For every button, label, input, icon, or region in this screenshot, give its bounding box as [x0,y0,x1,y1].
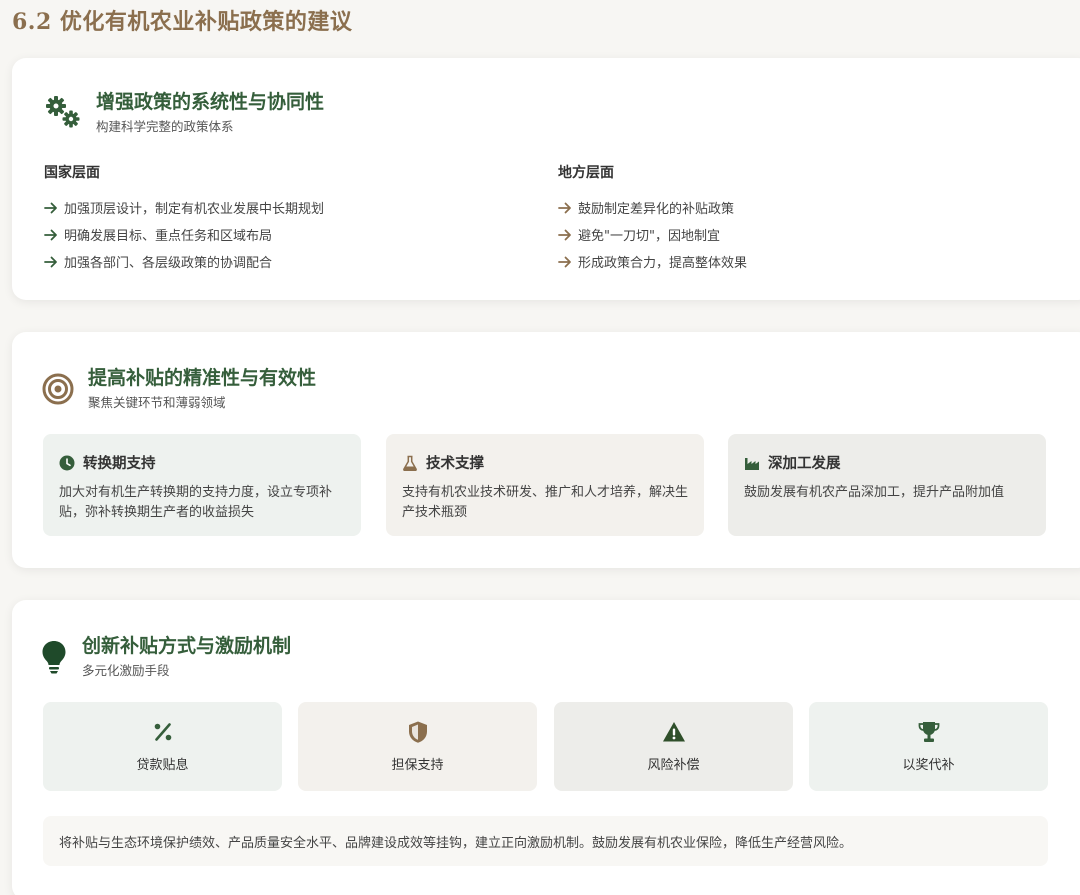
target-icon [42,373,74,404]
incentive-tile: 以奖代补 [809,702,1048,791]
note-text: 将补贴与生态环境保护绩效、产品质量安全水平、品牌建设成效等挂钩，建立正向激励机制… [59,835,853,851]
feature-card: 深加工发展 鼓励发展有机农产品深加工，提升产品附加值 [728,434,1046,536]
clock-icon [59,455,75,470]
factory-icon [745,457,759,470]
arrow-right-icon [44,256,57,267]
list-item-text: 鼓励制定差异化的补贴政策 [578,202,735,217]
section-title: 增强政策的系统性与协同性 [96,91,325,113]
section-header: 创新补贴方式与激励机制 多元化激励手段 [40,634,291,679]
feature-description: 加大对有机生产转换期的支持力度，设立专项补贴，弥补转换期生产者的收益损失 [59,485,333,520]
arrow-right-icon [44,202,57,213]
shield-icon [408,721,427,743]
precision-card: 提高补贴的精准性与有效性 聚焦关键环节和薄弱领域 转换期支持 加大对有机生产转换… [12,332,1080,568]
arrow-right-icon [558,202,571,213]
feature-description: 鼓励发展有机农产品深加工，提升产品附加值 [744,485,1005,500]
list-item-text: 明确发展目标、重点任务和区域布局 [64,229,273,244]
list-item-text: 加强各部门、各层级政策的协调配合 [64,256,273,271]
gears-icon [46,95,80,127]
column-title: 地方层面 [558,165,614,181]
lightbulb-icon [42,640,66,673]
section-subtitle: 构建科学完整的政策体系 [96,119,234,134]
warning-icon [662,722,685,742]
tile-label: 风险补偿 [647,758,700,773]
list-item: 鼓励制定差异化的补贴政策 [558,194,747,221]
section-header: 提高补贴的精准性与有效性 聚焦关键环节和薄弱领域 [42,366,316,411]
page-title: 6.2 优化有机农业补贴政策的建议 [12,9,353,35]
list-item-text: 形成政策合力，提高整体效果 [578,256,748,271]
feature-title: 深加工发展 [768,456,841,472]
tile-label: 贷款贴息 [136,758,189,773]
note-box: 将补贴与生态环境保护绩效、产品质量安全水平、品牌建设成效等挂钩，建立正向激励机制… [43,816,1048,866]
feature-title: 技术支撑 [426,456,484,472]
tile-label: 以奖代补 [902,758,955,773]
arrow-right-icon [558,256,571,267]
section-title: 提高补贴的精准性与有效性 [88,367,317,389]
feature-card: 转换期支持 加大对有机生产转换期的支持力度，设立专项补贴，弥补转换期生产者的收益… [43,434,361,536]
policy-system-card: 增强政策的系统性与协同性 构建科学完整的政策体系 国家层面 加强顶层设计，制定有… [12,58,1080,300]
percent-icon [154,723,171,741]
feature-title: 转换期支持 [83,456,156,472]
list-item: 加强顶层设计，制定有机农业发展中长期规划 [44,194,324,221]
section-subtitle: 聚焦关键环节和薄弱领域 [88,395,226,410]
list-item: 加强各部门、各层级政策的协调配合 [44,248,324,275]
flask-icon [403,455,417,471]
section-title: 创新补贴方式与激励机制 [82,635,292,657]
section-header: 增强政策的系统性与协同性 构建科学完整的政策体系 [42,90,324,135]
list-item: 形成政策合力，提高整体效果 [558,248,747,275]
list-item: 避免"一刀切"，因地制宜 [558,221,747,248]
feature-card: 技术支撑 支持有机农业技术研发、推广和人才培养，解决生产技术瓶颈 [386,434,704,536]
arrow-right-icon [44,229,57,240]
national-level-column: 国家层面 加强顶层设计，制定有机农业发展中长期规划 明确发展目标、重点任务和区域… [44,162,324,275]
section-subtitle: 多元化激励手段 [82,663,170,678]
tile-label: 担保支持 [391,758,444,773]
list-item-text: 加强顶层设计，制定有机农业发展中长期规划 [64,202,325,217]
list-item: 明确发展目标、重点任务和区域布局 [44,221,324,248]
arrow-right-icon [558,229,571,240]
incentive-card: 创新补贴方式与激励机制 多元化激励手段 贷款贴息 担保支持 风险补偿 以奖代补 … [12,600,1080,895]
list-item-text: 避免"一刀切"，因地制宜 [578,229,720,244]
incentive-tile: 贷款贴息 [43,702,282,791]
feature-description: 支持有机农业技术研发、推广和人才培养，解决生产技术瓶颈 [402,485,689,520]
incentive-tile: 担保支持 [298,702,537,791]
column-title: 国家层面 [44,165,100,181]
trophy-icon [918,722,939,742]
incentive-tile: 风险补偿 [554,702,793,791]
local-level-column: 地方层面 鼓励制定差异化的补贴政策 避免"一刀切"，因地制宜 形成政策合力，提高… [558,162,747,275]
